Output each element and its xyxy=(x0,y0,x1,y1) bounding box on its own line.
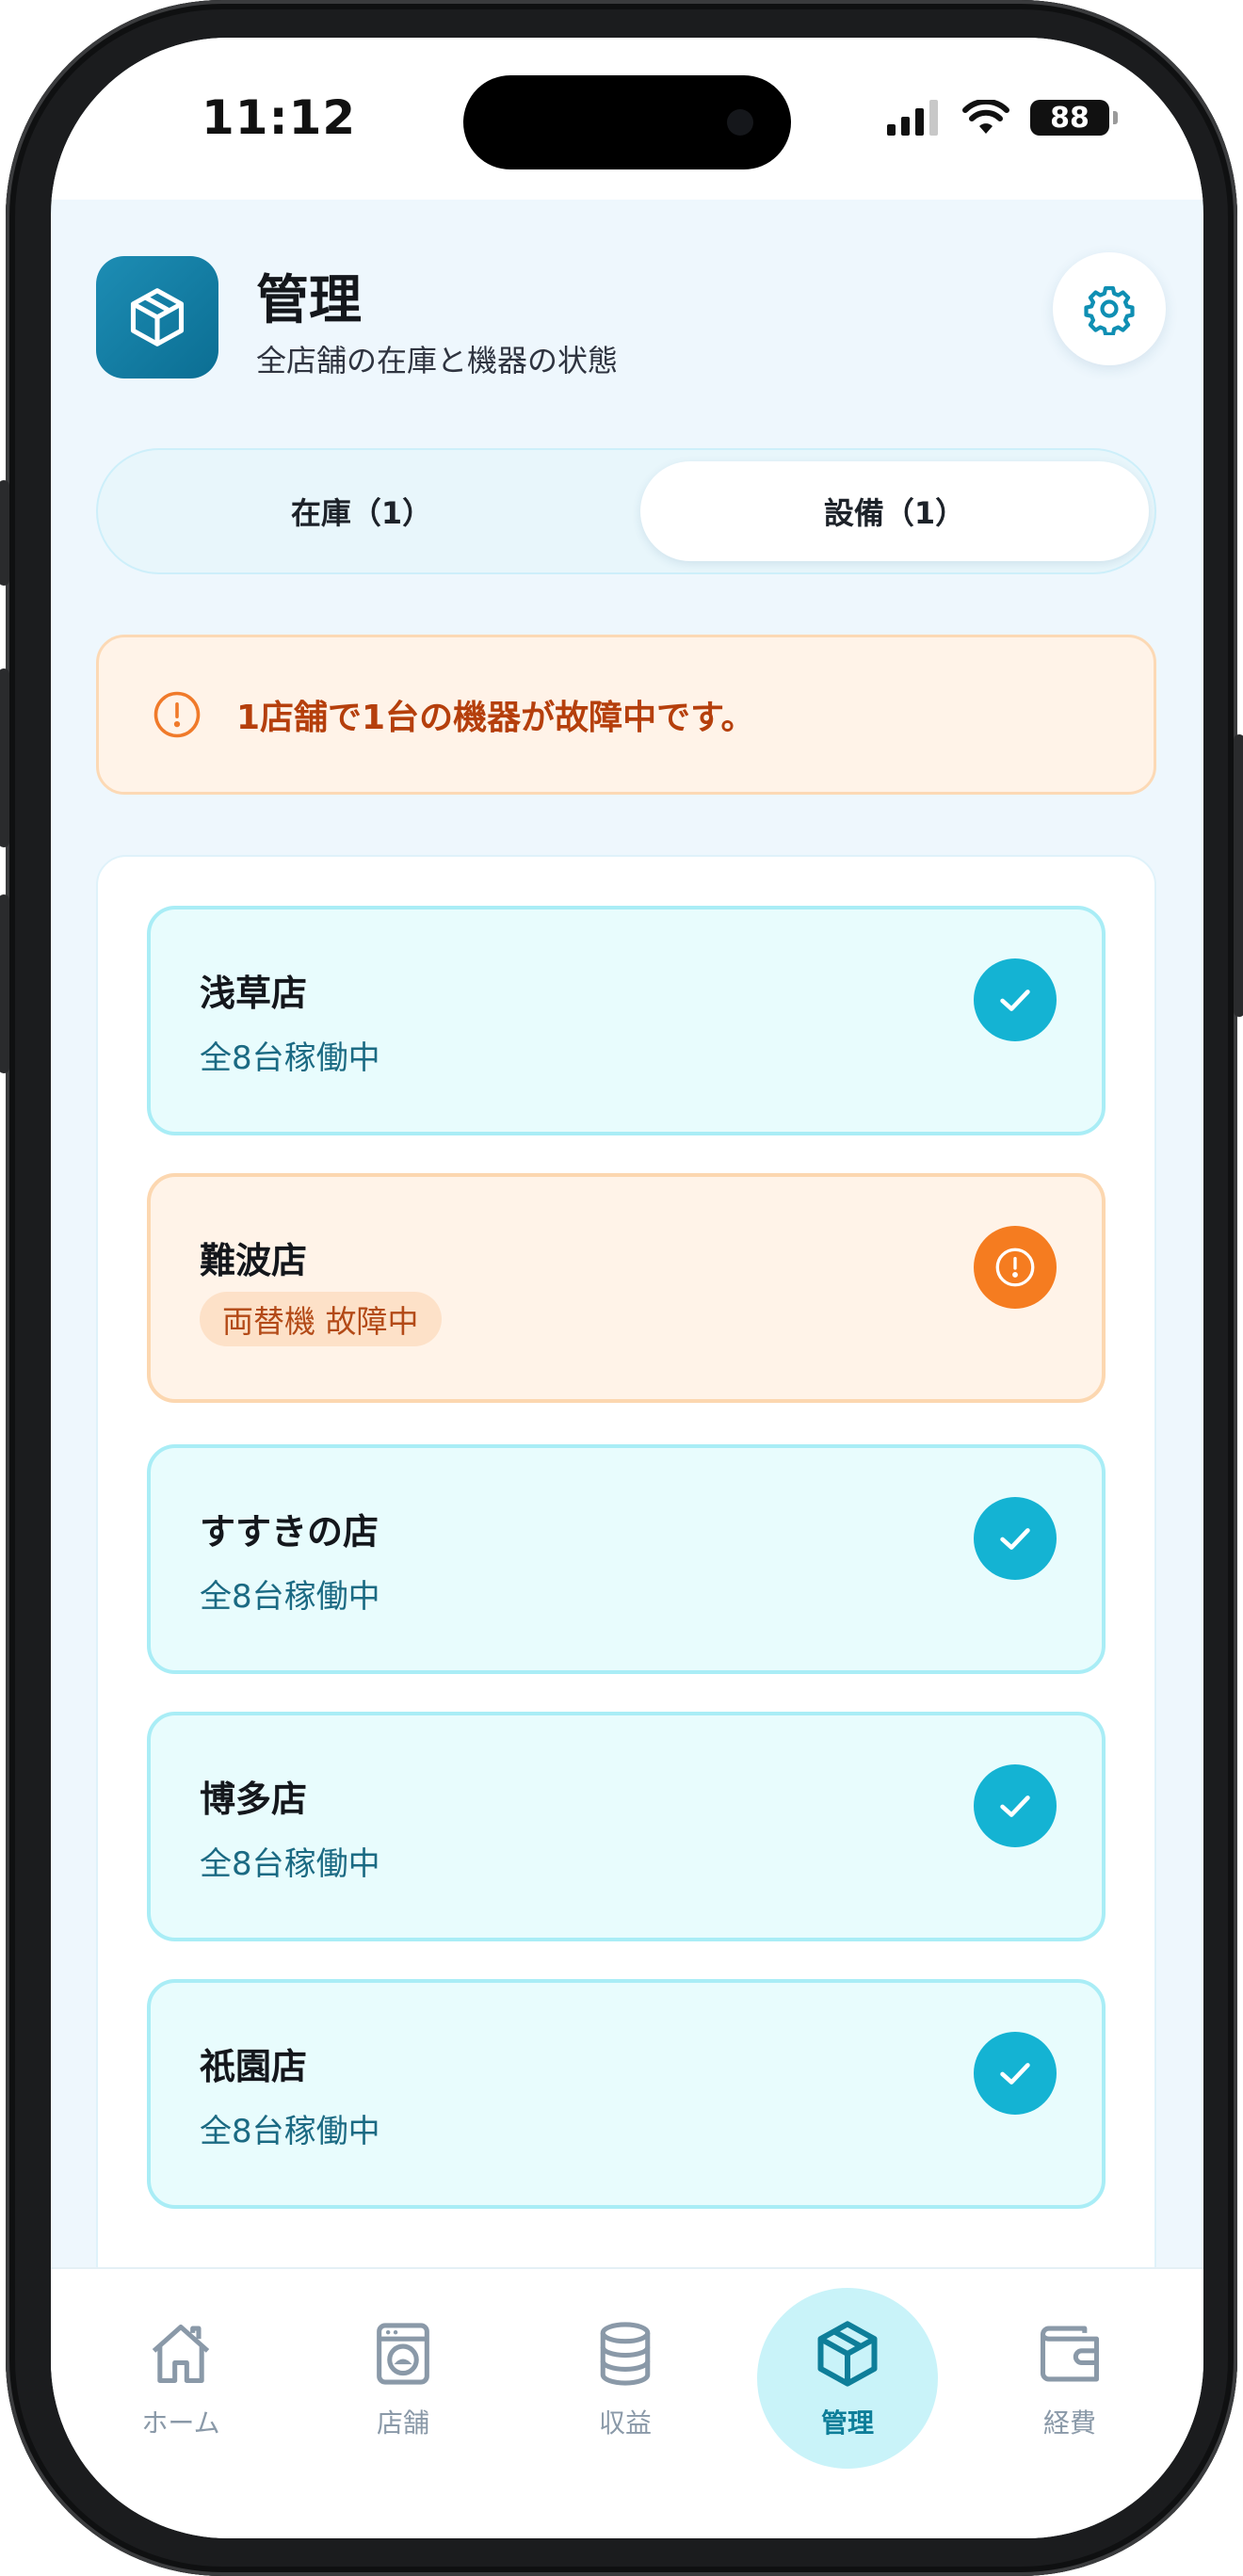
gear-icon xyxy=(1084,285,1135,335)
store-card-susukino[interactable]: すすきの店 全8台稼働中 xyxy=(147,1444,1106,1674)
wifi-icon xyxy=(962,100,1009,134)
store-card-gion[interactable]: 祇園店 全8台稼働中 xyxy=(147,1979,1106,2209)
coins-stack-icon xyxy=(600,2322,651,2386)
checkmark-icon xyxy=(1000,2063,1030,2085)
screen: 11:12 88 管理 全店舗の在庫と機器の状態 在庫（1） 設備（1） 1店舗… xyxy=(51,38,1203,2538)
status-ok-badge xyxy=(974,958,1057,1041)
store-name: 難波店 xyxy=(200,1240,308,1281)
status-time: 11:12 xyxy=(202,90,357,145)
settings-button[interactable] xyxy=(1053,252,1166,365)
power-button xyxy=(1234,734,1243,1017)
alert-text: 1店舗で1台の機器が故障中です。 xyxy=(236,699,755,737)
dynamic-island xyxy=(463,75,791,169)
front-camera xyxy=(727,109,753,136)
store-status: 全8台稼働中 xyxy=(200,2113,380,2150)
tab-inventory[interactable]: 在庫（1） xyxy=(107,461,616,561)
store-name: 博多店 xyxy=(200,1779,308,1820)
checkmark-icon xyxy=(1000,1528,1030,1550)
fault-status-badge: 両替機 故障中 xyxy=(200,1292,442,1346)
volume-down-button xyxy=(0,894,9,1073)
store-list-panel: 浅草店 全8台稼働中 難波店 両替機 故障中 すすきの店 全8台稼働中 博多店 … xyxy=(96,855,1156,2295)
wallet-icon xyxy=(1040,2326,1100,2382)
store-status: 全8台稼働中 xyxy=(200,1578,380,1616)
action-button xyxy=(0,480,9,586)
store-card-asakusa[interactable]: 浅草店 全8台稼働中 xyxy=(147,906,1106,1135)
nav-stores[interactable]: 店舗 xyxy=(309,2288,497,2467)
phone-frame: 11:12 88 管理 全店舗の在庫と機器の状態 在庫（1） 設備（1） 1店舗… xyxy=(0,0,1243,2576)
store-card-namba[interactable]: 難波店 両替機 故障中 xyxy=(147,1173,1106,1403)
store-name: 浅草店 xyxy=(200,973,308,1014)
store-name: すすきの店 xyxy=(200,1511,379,1553)
store-status: 全8台稼働中 xyxy=(200,1039,380,1077)
nav-home[interactable]: ホーム xyxy=(87,2288,275,2467)
status-warning-badge xyxy=(974,1226,1057,1309)
store-name: 祇園店 xyxy=(200,2046,308,2087)
status-icons: 88 xyxy=(887,100,1118,136)
checkmark-icon xyxy=(1000,990,1030,1011)
package-box-icon xyxy=(130,288,185,346)
home-icon xyxy=(152,2324,210,2384)
status-ok-badge xyxy=(974,1497,1057,1580)
battery-indicator: 88 xyxy=(1030,100,1118,136)
alert-circle-icon xyxy=(153,691,201,738)
app-logo xyxy=(96,256,218,378)
nav-label: 管理 xyxy=(820,2407,874,2439)
segmented-tabs: 在庫（1） 設備（1） xyxy=(96,448,1156,574)
checkmark-icon xyxy=(1000,1795,1030,1817)
page-subtitle: 全店舗の在庫と機器の状態 xyxy=(256,343,619,378)
package-box-icon xyxy=(817,2321,878,2387)
bottom-navigation: ホーム 店舗 収益 管理 経費 xyxy=(51,2267,1203,2538)
store-status: 全8台稼働中 xyxy=(200,1845,380,1883)
status-ok-badge xyxy=(974,1764,1057,1847)
status-ok-badge xyxy=(974,2032,1057,2115)
nav-label: ホーム xyxy=(141,2407,220,2439)
nav-label: 経費 xyxy=(1042,2407,1096,2439)
nav-expenses[interactable]: 経費 xyxy=(976,2288,1164,2467)
nav-revenue[interactable]: 収益 xyxy=(531,2288,719,2467)
washing-machine-icon xyxy=(377,2323,429,2385)
status-bar: 11:12 88 xyxy=(51,38,1203,200)
cellular-signal-icon xyxy=(887,100,938,136)
store-card-hakata[interactable]: 博多店 全8台稼働中 xyxy=(147,1712,1106,1941)
tab-equipment[interactable]: 設備（1） xyxy=(640,461,1149,561)
nav-label: 収益 xyxy=(598,2407,652,2439)
nav-label: 店舗 xyxy=(376,2407,429,2439)
alert-circle-icon xyxy=(995,1248,1035,1287)
page-title: 管理 xyxy=(256,270,362,331)
volume-up-button xyxy=(0,668,9,847)
nav-management[interactable]: 管理 xyxy=(753,2288,942,2469)
fault-alert-banner: 1店舗で1台の機器が故障中です。 xyxy=(96,635,1156,795)
